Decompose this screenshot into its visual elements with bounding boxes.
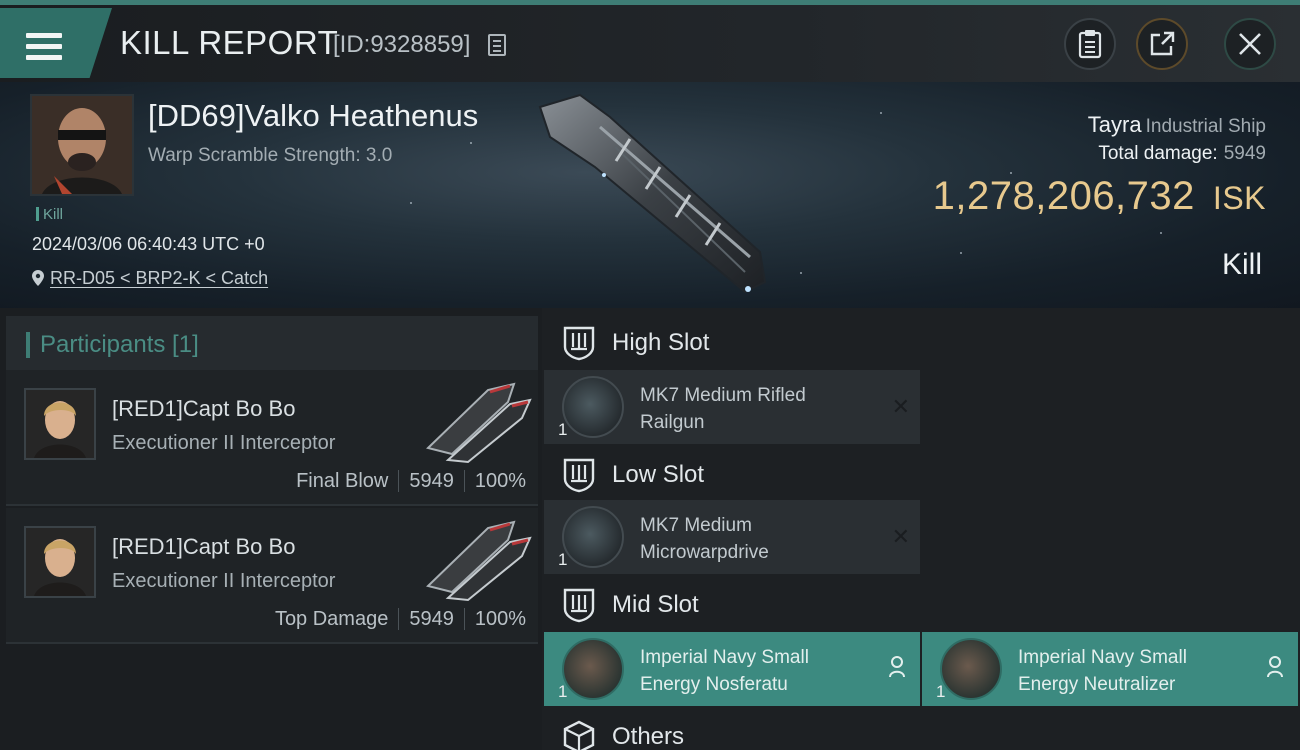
share-button[interactable] (1136, 18, 1188, 70)
participant-portrait-icon (26, 390, 94, 458)
module-item[interactable]: 1 MK7 Medium Rifled Railgun ✕ (544, 370, 920, 444)
participant-card[interactable]: [RED1]Capt Bo Bo Executioner II Intercep… (6, 370, 538, 506)
participant-ship: Executioner II Interceptor (112, 432, 336, 454)
low-slot-header: Low Slot (542, 444, 1300, 506)
top-bar: KILL REPORT [ID:9328859] (0, 0, 1300, 82)
others-label: Others (612, 723, 685, 750)
participant-role: Top Damage (274, 608, 389, 630)
close-icon (1239, 33, 1261, 55)
low-slot-label: Low Slot (612, 461, 705, 488)
stats-divider (463, 470, 465, 492)
participants-title: Participants [1] (40, 331, 199, 358)
high-slot-icon (563, 326, 595, 361)
participant-percent: 100% (474, 470, 526, 492)
participants-header: Participants [1] (6, 316, 538, 374)
high-slot-label: High Slot (612, 329, 710, 356)
dropped-person-icon (1267, 656, 1283, 678)
module-name: Imperial Navy Small Energy Nosferatu (640, 647, 809, 695)
isk-amount: 1,278,206,732 (932, 174, 1195, 218)
close-button[interactable] (1224, 18, 1276, 70)
fitting-panel: High Slot 1 MK7 Medium Rifled Railgun ✕ … (542, 308, 1300, 750)
kill-datetime: 2024/03/06 06:40:43 UTC +0 (32, 234, 265, 254)
participant-stats: Final Blow 5949 100% (296, 470, 526, 493)
participant-ship: Executioner II Interceptor (112, 570, 336, 592)
kill-tag: Kill (36, 206, 63, 223)
isk-value: 1,278,206,732 ISK (933, 174, 1266, 219)
executioner-ship-image (426, 382, 532, 464)
victim-summary-panel: [DD69]Valko Heathenus Warp Scramble Stre… (0, 82, 1300, 308)
location-text: RR-D05 < BRP2-K < Catch (50, 268, 269, 288)
report-id: [ID:9328859] (333, 31, 471, 58)
low-slot-icon (563, 458, 595, 493)
top-accent-line (0, 0, 1300, 5)
participant-role: Final Blow (296, 470, 389, 492)
destroyed-x-icon: ✕ (891, 524, 910, 549)
executioner-ship-image (426, 520, 532, 602)
mid-slot-icon (563, 588, 595, 623)
isk-unit: ISK (1212, 180, 1266, 216)
others-header: Others (542, 706, 1300, 750)
mid-slot-label: Mid Slot (612, 591, 699, 618)
victim-avatar[interactable] (30, 94, 134, 196)
kill-location-link[interactable]: RR-D05 < BRP2-K < Catch (32, 268, 268, 289)
location-pin-icon (32, 270, 44, 286)
railgun-icon (562, 376, 624, 438)
participant-card[interactable]: [RED1]Capt Bo Bo Executioner II Intercep… (6, 508, 538, 644)
participant-damage: 5949 (409, 470, 454, 492)
participant-avatar[interactable] (24, 388, 96, 460)
module-item[interactable]: 1 Imperial Navy Small Energy Neutralizer (922, 632, 1298, 706)
dropped-person-icon (889, 656, 905, 678)
result-label: Kill (1221, 248, 1262, 281)
stats-divider (398, 470, 400, 492)
hamburger-menu-icon (26, 33, 62, 63)
participant-portrait-icon (26, 528, 94, 596)
total-damage-label: Total damage: (1098, 143, 1218, 164)
victim-ship-class: Industrial Ship (1145, 116, 1266, 137)
microwarpdrive-icon (562, 506, 624, 568)
notes-button[interactable] (1064, 18, 1116, 70)
participant-avatar[interactable] (24, 526, 96, 598)
victim-ship-type: Tayra Industrial Ship (1088, 112, 1266, 138)
mid-slot-header: Mid Slot (542, 574, 1300, 636)
module-name: MK7 Medium Microwarpdrive (640, 515, 769, 563)
tayra-ship-image (538, 93, 767, 294)
nosferatu-icon (562, 638, 624, 700)
destroyed-x-icon: ✕ (891, 394, 910, 419)
share-icon (1150, 31, 1175, 56)
total-damage: Total damage: 5949 (1098, 143, 1266, 165)
stats-divider (398, 608, 400, 630)
module-quantity: 1 (936, 682, 946, 701)
high-slot-header: High Slot (542, 312, 1300, 374)
participant-name[interactable]: [RED1]Capt Bo Bo (112, 534, 295, 560)
module-name: MK7 Medium Rifled Railgun (640, 385, 806, 433)
participant-stats: Top Damage 5949 100% (275, 608, 526, 631)
victim-ship-name[interactable]: Tayra (1088, 112, 1142, 137)
module-quantity: 1 (558, 682, 568, 701)
stats-divider (463, 608, 465, 630)
page-title: KILL REPORT (120, 24, 339, 61)
participants-panel: Participants [1] [RED1]Capt Bo Bo Execut… (0, 308, 540, 750)
warp-scramble-strength: Warp Scramble Strength: 3.0 (148, 145, 393, 166)
victim-pilot-name[interactable]: [DD69]Valko Heathenus (148, 98, 478, 134)
cargo-box-icon (563, 720, 595, 750)
neutralizer-icon (940, 638, 1002, 700)
menu-button[interactable] (0, 8, 112, 78)
copy-id-icon[interactable] (488, 34, 506, 56)
participant-damage: 5949 (409, 608, 454, 630)
module-quantity: 1 (558, 550, 568, 569)
clipboard-icon (1078, 30, 1102, 59)
participant-name[interactable]: [RED1]Capt Bo Bo (112, 396, 295, 422)
module-item[interactable]: 1 Imperial Navy Small Energy Nosferatu (544, 632, 920, 706)
module-name: Imperial Navy Small Energy Neutralizer (1018, 647, 1187, 695)
victim-portrait-icon (32, 96, 132, 194)
participant-percent: 100% (474, 608, 526, 630)
total-damage-value: 5949 (1223, 143, 1266, 164)
module-quantity: 1 (558, 420, 568, 439)
module-item[interactable]: 1 MK7 Medium Microwarpdrive ✕ (544, 500, 920, 574)
